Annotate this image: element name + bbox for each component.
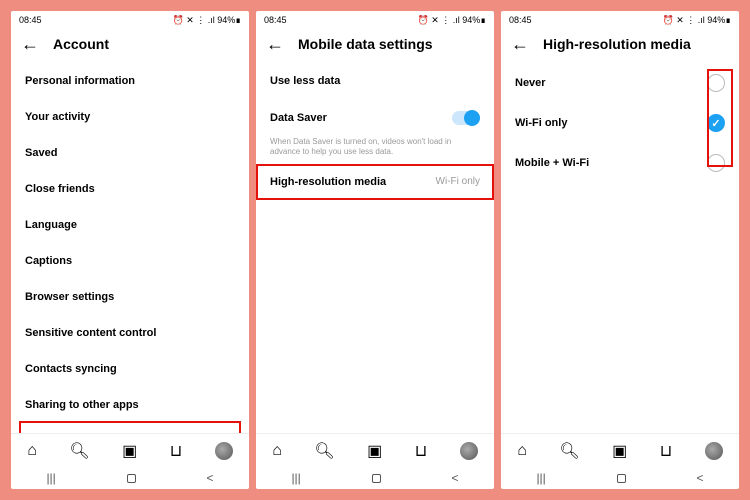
use-less-data-label: Use less data [270,63,480,99]
list-item[interactable]: Contacts syncing [25,351,235,387]
data-saver-label: Data Saver [270,112,327,124]
shop-icon[interactable]: ⊔ [660,441,672,461]
home-icon[interactable]: ⌂ [272,442,282,460]
back-icon[interactable]: ← [21,35,39,53]
profile-avatar[interactable] [460,442,478,460]
option-label: Never [515,77,546,89]
status-right: ⏰ ✕ ⋮ .ıl 94%∎ [418,15,487,26]
option-label: Mobile + Wi-Fi [515,157,589,169]
profile-avatar[interactable] [705,442,723,460]
back-sys-icon[interactable]: < [207,471,214,485]
recent-icon[interactable]: ||| [46,471,55,485]
home-sys-icon[interactable] [617,474,626,483]
list-item[interactable]: Your activity [25,99,235,135]
app-header: ← Mobile data settings [256,29,494,63]
status-time: 08:45 [509,15,532,25]
page-title: Mobile data settings [298,36,433,52]
back-icon[interactable]: ← [511,35,529,53]
back-sys-icon[interactable]: < [452,471,459,485]
status-bar: 08:45 ⏰ ✕ ⋮ .ıl 94%∎ [11,11,249,29]
option-mobile-wifi[interactable]: Mobile + Wi-Fi [515,143,725,183]
search-icon[interactable]: 🔍︎ [69,441,89,461]
search-icon[interactable]: 🔍︎ [314,441,334,461]
screen-high-res-media: 08:45 ⏰ ✕ ⋮ .ıl 94%∎ ← High-resolution m… [501,11,739,489]
home-icon[interactable]: ⌂ [27,442,37,460]
reels-icon[interactable]: ▣ [367,441,382,461]
list-item[interactable]: Personal information [25,63,235,99]
shop-icon[interactable]: ⊔ [415,441,427,461]
screen-mobile-data: 08:45 ⏰ ✕ ⋮ .ıl 94%∎ ← Mobile data setti… [256,11,494,489]
high-res-media-row[interactable]: High-resolution media Wi-Fi only [256,164,494,200]
list-item[interactable]: Sharing to other apps [25,387,235,423]
option-never[interactable]: Never [515,63,725,103]
bottom-nav: ⌂ 🔍︎ ▣ ⊔ [11,433,249,467]
recent-icon[interactable]: ||| [536,471,545,485]
status-time: 08:45 [19,15,42,25]
hrm-label: High-resolution media [270,176,386,188]
label: Use less data [270,75,340,87]
system-nav: ||| < [501,467,739,489]
list-item[interactable]: Captions [25,243,235,279]
page-title: Account [53,36,109,52]
status-bar: 08:45 ⏰ ✕ ⋮ .ıl 94%∎ [256,11,494,29]
profile-avatar[interactable] [215,442,233,460]
list-item-mobile-data-use[interactable]: Mobile data use [19,421,241,433]
recent-icon[interactable]: ||| [291,471,300,485]
page-title: High-resolution media [543,36,691,52]
data-saver-toggle[interactable] [452,111,480,125]
list-item[interactable]: Sensitive content control [25,315,235,351]
back-icon[interactable]: ← [266,35,284,53]
hrm-value: Wi-Fi only [436,176,480,187]
status-right: ⏰ ✕ ⋮ .ıl 94%∎ [173,15,242,26]
screen-account: 08:45 ⏰ ✕ ⋮ .ıl 94%∎ ← Account Personal … [11,11,249,489]
list-item[interactable]: Browser settings [25,279,235,315]
search-icon[interactable]: 🔍︎ [559,441,579,461]
home-sys-icon[interactable] [372,474,381,483]
account-list[interactable]: Personal information Your activity Saved… [11,63,249,433]
reels-icon[interactable]: ▣ [612,441,627,461]
list-item[interactable]: Saved [25,135,235,171]
hrm-options: Never Wi-Fi only ✓ Mobile + Wi-Fi [501,63,739,433]
app-header: ← High-resolution media [501,29,739,63]
system-nav: ||| < [11,467,249,489]
data-saver-caption: When Data Saver is turned on, videos won… [270,137,480,164]
option-label: Wi-Fi only [515,117,567,129]
shop-icon[interactable]: ⊔ [170,441,182,461]
home-icon[interactable]: ⌂ [517,442,527,460]
annotation-box [707,69,733,167]
reels-icon[interactable]: ▣ [122,441,137,461]
back-sys-icon[interactable]: < [697,471,704,485]
bottom-nav: ⌂ 🔍︎ ▣ ⊔ [501,433,739,467]
option-wifi-only[interactable]: Wi-Fi only ✓ [515,103,725,143]
home-sys-icon[interactable] [127,474,136,483]
status-time: 08:45 [264,15,287,25]
data-saver-row[interactable]: Data Saver [270,99,480,137]
data-settings: Use less data Data Saver When Data Saver… [256,63,494,433]
bottom-nav: ⌂ 🔍︎ ▣ ⊔ [256,433,494,467]
list-item[interactable]: Close friends [25,171,235,207]
status-bar: 08:45 ⏰ ✕ ⋮ .ıl 94%∎ [501,11,739,29]
status-right: ⏰ ✕ ⋮ .ıl 94%∎ [663,15,732,26]
list-item[interactable]: Language [25,207,235,243]
app-header: ← Account [11,29,249,63]
system-nav: ||| < [256,467,494,489]
